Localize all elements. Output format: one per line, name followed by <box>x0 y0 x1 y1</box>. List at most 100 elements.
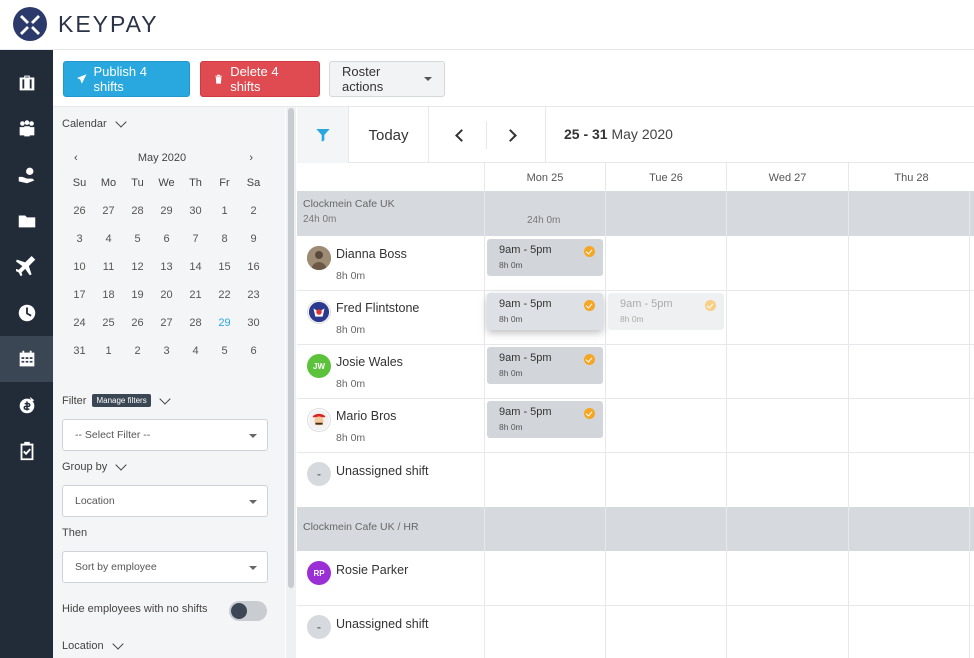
calendar-day[interactable]: 3 <box>65 233 94 261</box>
publish-shifts-button[interactable]: Publish 4 shifts <box>63 61 190 97</box>
calendar-day[interactable]: 17 <box>65 289 94 317</box>
calendar-day[interactable]: 2 <box>123 345 152 373</box>
toggle-knob <box>231 603 247 619</box>
chevron-down-icon <box>111 638 124 650</box>
calendar-day[interactable]: 28 <box>181 317 210 345</box>
calendar-day[interactable]: 29 <box>152 205 181 233</box>
sort-select[interactable]: Sort by employee <box>62 551 268 583</box>
nav-item-people[interactable] <box>0 106 53 152</box>
roster-actions-button[interactable]: Roster actions <box>329 61 445 97</box>
grid-line <box>297 452 974 453</box>
calendar-day[interactable]: 19 <box>123 289 152 317</box>
calendar-day[interactable]: 18 <box>94 289 123 317</box>
shift-card[interactable]: 9am - 5pm 8h 0m <box>487 293 603 330</box>
calendar-day[interactable]: 10 <box>65 261 94 289</box>
calendar-day[interactable]: 4 <box>181 345 210 373</box>
calendar-day[interactable]: 15 <box>210 261 239 289</box>
employee-name[interactable]: Unassigned shift <box>336 464 428 478</box>
calendar-day[interactable]: 6 <box>239 345 268 373</box>
calendar-weekday: Th <box>189 177 202 189</box>
location-group-row: Clockmein Cafe UK / HR <box>297 507 974 551</box>
panel-scrollbar-thumb[interactable] <box>288 108 294 588</box>
nav-item-expenses[interactable] <box>0 382 53 428</box>
clock-icon <box>18 304 35 322</box>
publish-label: Publish 4 shifts <box>93 64 147 94</box>
calendar-day[interactable]: 1 <box>210 205 239 233</box>
filter-button[interactable] <box>297 107 349 163</box>
nav-item-tasks[interactable] <box>0 428 53 474</box>
nav-item-timesheets[interactable] <box>0 290 53 336</box>
calendar-grid: Su Mo Tu We Th Fr Sa 26 27 28 29 30 1 2 3 4 5 6 7 8 9 10 11 12 1… <box>65 177 268 373</box>
shift-card[interactable]: 9am - 5pm 8h 0m <box>487 239 603 276</box>
calendar-weekday: Fr <box>219 177 230 189</box>
group-by-toggle[interactable]: Group by <box>62 459 127 473</box>
calendar-day[interactable]: 11 <box>94 261 123 289</box>
calendar-day[interactable]: 8 <box>210 233 239 261</box>
filter-select[interactable]: -- Select Filter -- <box>62 419 268 451</box>
employee-name[interactable]: Josie Wales <box>336 355 403 369</box>
calendar-day[interactable]: 21 <box>181 289 210 317</box>
calendar-day[interactable]: 29 <box>210 317 239 345</box>
calendar-day[interactable]: 5 <box>210 345 239 373</box>
shift-hours: 8h 0m <box>620 314 644 324</box>
today-button[interactable]: Today <box>349 107 429 163</box>
calendar-day[interactable]: 16 <box>239 261 268 289</box>
calendar-day[interactable]: 13 <box>152 261 181 289</box>
nav-item-pay[interactable] <box>0 152 53 198</box>
employee-name[interactable]: Rosie Parker <box>336 563 408 577</box>
next-month-icon[interactable]: › <box>249 152 253 164</box>
calendar-day[interactable]: 26 <box>65 205 94 233</box>
calendar-header: ‹ May 2020 › <box>71 152 253 168</box>
calendar-day[interactable]: 20 <box>152 289 181 317</box>
calendar-day[interactable]: 7 <box>181 233 210 261</box>
nav-item-business[interactable] <box>0 60 53 106</box>
calendar-day[interactable]: 12 <box>123 261 152 289</box>
calendar-day[interactable]: 30 <box>239 317 268 345</box>
calendar-day[interactable]: 4 <box>94 233 123 261</box>
manage-filters-badge[interactable]: Manage filters <box>92 394 151 407</box>
calendar-day[interactable]: 2 <box>239 205 268 233</box>
keypay-logo-icon[interactable] <box>12 6 48 42</box>
shift-card[interactable]: 9am - 5pm 8h 0m <box>487 401 603 438</box>
grid-line <box>484 163 485 658</box>
calendar-day[interactable]: 1 <box>94 345 123 373</box>
calendar-day[interactable]: 3 <box>152 345 181 373</box>
calendar-day[interactable]: 22 <box>210 289 239 317</box>
calendar-day[interactable]: 14 <box>181 261 210 289</box>
grid-line <box>297 605 974 606</box>
shift-card-drag-preview[interactable]: 9am - 5pm 8h 0m <box>608 293 724 330</box>
location-label: Location <box>62 640 104 652</box>
calendar-day[interactable]: 23 <box>239 289 268 317</box>
date-range-days: 25 - 31 <box>564 126 608 142</box>
nav-item-leave[interactable] <box>0 244 53 290</box>
calendar-weekday: We <box>158 177 175 189</box>
calendar-day[interactable]: 27 <box>152 317 181 345</box>
calendar-day[interactable]: 9 <box>239 233 268 261</box>
nav-item-roster[interactable] <box>0 336 53 382</box>
employee-name[interactable]: Fred Flintstone <box>336 301 419 315</box>
day-total-hours: 24h 0m <box>527 215 561 226</box>
calendar-day[interactable]: 28 <box>123 205 152 233</box>
prev-week-button[interactable] <box>449 125 469 145</box>
calendar-day[interactable]: 31 <box>65 345 94 373</box>
employee-name[interactable]: Dianna Boss <box>336 247 407 261</box>
nav-item-documents[interactable] <box>0 198 53 244</box>
employee-name[interactable]: Mario Bros <box>336 409 396 423</box>
calendar-toggle[interactable]: Calendar <box>62 116 127 130</box>
delete-shifts-button[interactable]: Delete 4 shifts <box>200 61 320 97</box>
calendar-day[interactable]: 30 <box>181 205 210 233</box>
hide-employees-toggle[interactable] <box>229 601 267 621</box>
group-by-select[interactable]: Location <box>62 485 268 517</box>
calendar-day[interactable]: 26 <box>123 317 152 345</box>
shift-card[interactable]: 9am - 5pm 8h 0m <box>487 347 603 384</box>
chevron-down-icon[interactable] <box>159 392 171 405</box>
location-toggle[interactable]: Location <box>62 638 124 652</box>
shift-time: 9am - 5pm <box>620 298 673 310</box>
calendar-day[interactable]: 24 <box>65 317 94 345</box>
next-week-button[interactable] <box>502 125 522 145</box>
calendar-day[interactable]: 6 <box>152 233 181 261</box>
employee-name[interactable]: Unassigned shift <box>336 617 428 631</box>
calendar-day[interactable]: 5 <box>123 233 152 261</box>
calendar-day[interactable]: 25 <box>94 317 123 345</box>
calendar-day[interactable]: 27 <box>94 205 123 233</box>
